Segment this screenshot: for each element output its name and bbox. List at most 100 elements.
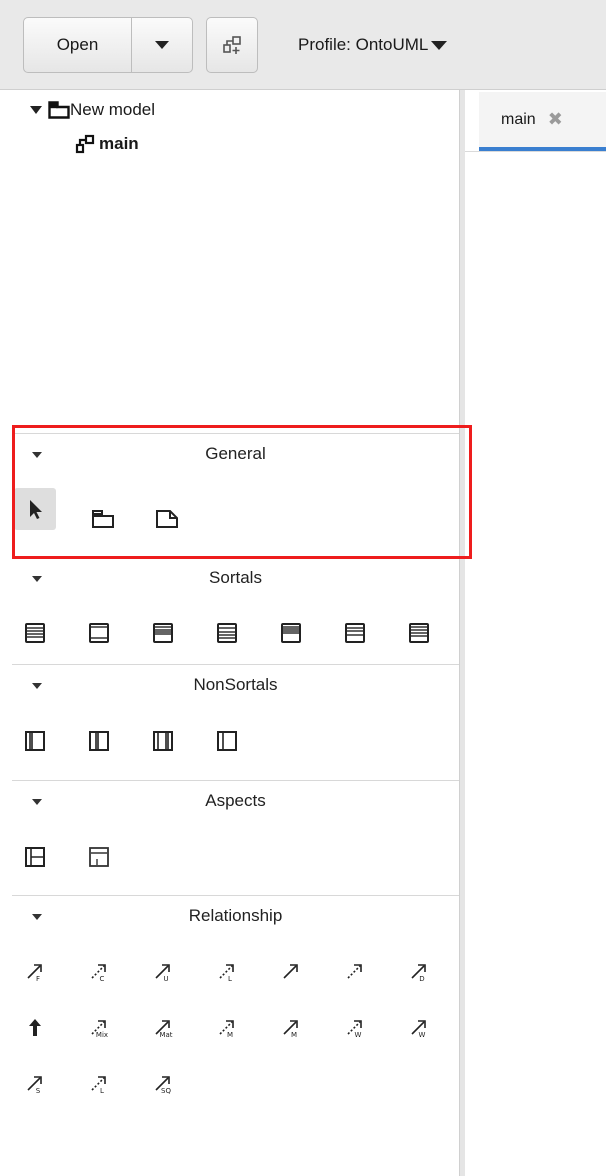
- relator-icon: [217, 623, 237, 643]
- package-tool[interactable]: [82, 498, 124, 540]
- relationship-0-3-tool[interactable]: L: [206, 950, 248, 992]
- section-header-sortals[interactable]: Sortals: [12, 557, 459, 601]
- section-title-general: General: [205, 444, 266, 463]
- add-diagram-icon: [223, 36, 241, 54]
- relationship-0-6-icon: D: [411, 964, 426, 983]
- expand-arrow-icon[interactable]: [30, 106, 42, 114]
- relationship-0-0-tool[interactable]: F: [14, 950, 56, 992]
- svg-text:F: F: [36, 975, 40, 983]
- phase-mixin-tool[interactable]: [206, 720, 248, 762]
- relationship-1-2-icon: Mat: [155, 1020, 173, 1039]
- relationship-0-0-icon: F: [27, 964, 42, 983]
- mixin-tool[interactable]: [78, 720, 120, 762]
- relationship-2-0-icon: S: [27, 1076, 42, 1095]
- tab-main[interactable]: main ✖: [479, 92, 606, 151]
- tree-root-label: New model: [70, 100, 156, 119]
- relationship-0-5-icon: [347, 964, 362, 979]
- situation-tool[interactable]: [78, 836, 120, 878]
- svg-text:L: L: [228, 975, 232, 983]
- relationship-2-1-tool[interactable]: L: [78, 1062, 120, 1104]
- section-header-general[interactable]: General: [12, 433, 459, 477]
- event-tool[interactable]: [14, 836, 56, 878]
- svg-text:M: M: [291, 1031, 297, 1039]
- left-pane: New model main General Sortals NonSortal…: [0, 90, 459, 1176]
- collective-tool[interactable]: [78, 612, 120, 654]
- relationship-1-4-tool[interactable]: M: [270, 1006, 312, 1048]
- relator-tool[interactable]: [206, 612, 248, 654]
- collective-icon: [89, 623, 109, 643]
- tree-child-label: main: [99, 134, 139, 153]
- relationship-1-3-tool[interactable]: M: [206, 1006, 248, 1048]
- tree-item-new-model[interactable]: New model: [30, 100, 155, 120]
- quality-icon: [345, 623, 365, 643]
- relationship-0-4-icon: [283, 964, 298, 979]
- relationship-2-1-icon: L: [91, 1076, 106, 1095]
- relationship-0-1-tool[interactable]: C: [78, 950, 120, 992]
- kind-tool[interactable]: [14, 612, 56, 654]
- relationship-1-1-tool[interactable]: Mix: [78, 1006, 120, 1048]
- new-diagram-button[interactable]: [206, 17, 258, 73]
- category-tool[interactable]: [14, 720, 56, 762]
- chevron-down-icon: [155, 41, 169, 49]
- role-mixin-tool[interactable]: [142, 720, 184, 762]
- editor-canvas-border: [465, 151, 606, 152]
- open-dropdown-button[interactable]: [132, 18, 192, 72]
- relationship-0-2-tool[interactable]: U: [142, 950, 184, 992]
- relationship-1-1-icon: Mix: [91, 1020, 108, 1039]
- relationship-0-6-tool[interactable]: D: [398, 950, 440, 992]
- close-icon[interactable]: ✖: [548, 109, 563, 130]
- subkind-tool[interactable]: [398, 612, 440, 654]
- svg-text:W: W: [419, 1031, 426, 1039]
- relationship-1-2-tool[interactable]: Mat: [142, 1006, 184, 1048]
- event-icon: [25, 847, 45, 867]
- relationship-2-0-tool[interactable]: S: [14, 1062, 56, 1104]
- note-icon: [156, 510, 178, 528]
- section-header-nonsortals[interactable]: NonSortals: [12, 664, 459, 708]
- package-icon: [92, 510, 114, 528]
- svg-text:W: W: [355, 1031, 362, 1039]
- relationship-2-2-tool[interactable]: SQ: [142, 1062, 184, 1104]
- section-header-aspects[interactable]: Aspects: [12, 780, 459, 824]
- section-title-nonsortals: NonSortals: [193, 675, 278, 694]
- toolbar: Open Profile: OntoUML: [0, 0, 606, 90]
- quality-tool[interactable]: [334, 612, 376, 654]
- chevron-down-icon: [431, 40, 448, 50]
- phase-mixin-icon: [217, 731, 237, 751]
- pointer-tool[interactable]: [14, 488, 56, 530]
- relationship-1-6-tool[interactable]: W: [398, 1006, 440, 1048]
- relationship-1-4-icon: M: [283, 1020, 298, 1039]
- relationship-0-3-icon: L: [219, 964, 234, 983]
- svg-text:S: S: [36, 1087, 41, 1095]
- section-header-relationship[interactable]: Relationship: [12, 895, 459, 939]
- svg-text:D: D: [419, 975, 424, 983]
- tab-label: main: [501, 110, 536, 128]
- relationship-1-5-tool[interactable]: W: [334, 1006, 376, 1048]
- category-icon: [25, 731, 45, 751]
- profile-dropdown[interactable]: Profile: OntoUML: [298, 35, 448, 55]
- kind-icon: [25, 623, 45, 643]
- relationship-0-4-tool[interactable]: [270, 950, 312, 992]
- relationship-0-5-tool[interactable]: [334, 950, 376, 992]
- svg-text:Mix: Mix: [96, 1031, 108, 1039]
- open-button[interactable]: Open: [24, 18, 132, 72]
- quantity-icon: [153, 623, 173, 643]
- open-button-group: Open: [23, 17, 193, 73]
- relationship-1-3-icon: M: [219, 1020, 234, 1039]
- svg-text:SQ: SQ: [161, 1087, 171, 1095]
- situation-icon: [89, 847, 109, 867]
- svg-text:Mat: Mat: [159, 1031, 172, 1039]
- mode-tool[interactable]: [270, 612, 312, 654]
- mode-icon: [281, 623, 301, 643]
- section-title-aspects: Aspects: [205, 791, 266, 810]
- mixin-icon: [89, 731, 109, 751]
- tree-item-main-diagram[interactable]: main: [75, 134, 139, 154]
- package-icon: [48, 101, 70, 119]
- split-pane-divider[interactable]: [459, 90, 465, 1176]
- quantity-tool[interactable]: [142, 612, 184, 654]
- relationship-1-0-tool[interactable]: [14, 1006, 56, 1048]
- relationship-1-0-icon: [29, 1019, 41, 1036]
- subkind-icon: [409, 623, 429, 643]
- svg-text:L: L: [100, 1087, 104, 1095]
- svg-text:M: M: [227, 1031, 233, 1039]
- note-tool[interactable]: [146, 498, 188, 540]
